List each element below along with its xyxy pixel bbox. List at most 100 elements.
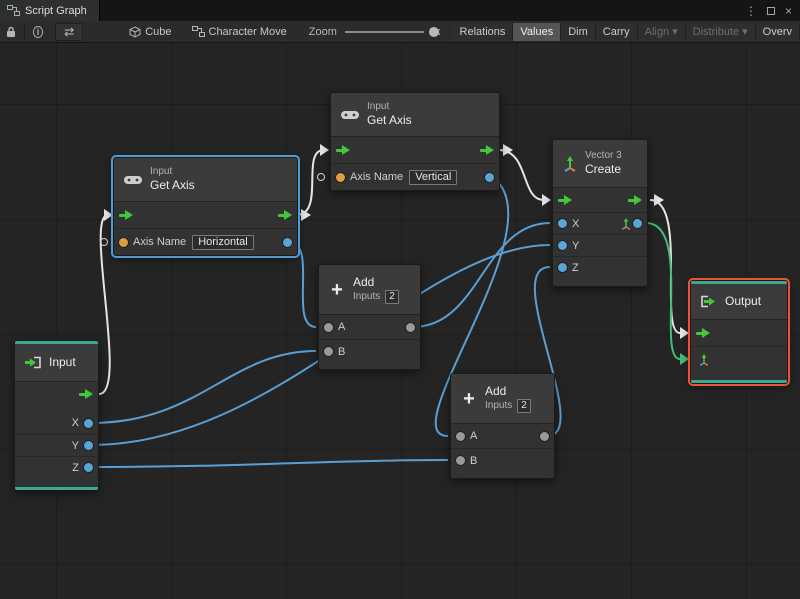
dim-label: Dim [568, 25, 588, 38]
axis-name-field[interactable]: Vertical [409, 169, 458, 185]
unconnected-port-indicator[interactable] [100, 238, 108, 246]
breadcrumb: Cube [129, 26, 172, 38]
inputs-row: Inputs 2 [353, 290, 399, 304]
vector3-type-icon [699, 353, 709, 366]
wire-arrowhead [542, 194, 551, 206]
port-row: Z [15, 456, 98, 478]
value-output-port[interactable] [283, 237, 292, 247]
axis-name-field[interactable]: Horizontal [192, 234, 254, 250]
unconnected-port-indicator[interactable] [317, 173, 325, 181]
input-a-port[interactable] [324, 322, 333, 332]
distribute-button[interactable]: Distribute ▾ [685, 22, 756, 41]
control-input-port[interactable] [119, 210, 133, 220]
node-title: Get Axis [150, 178, 195, 192]
sum-output-port[interactable] [540, 431, 549, 441]
node-vector3-create[interactable]: Vector 3 Create X Y Z [552, 139, 648, 287]
align-button[interactable]: Align ▾ [637, 22, 686, 41]
relations-button[interactable]: Relations [452, 22, 514, 41]
gamepad-icon [341, 110, 359, 119]
axis-name-port[interactable] [119, 237, 128, 247]
port-row: Z [553, 256, 647, 278]
control-row [691, 320, 787, 346]
control-row [553, 188, 647, 212]
port-row: X [15, 412, 98, 434]
node-header: + Add Inputs 2 [319, 265, 420, 315]
node-header: Input Get Axis [331, 93, 499, 137]
sum-output-port[interactable] [406, 322, 415, 332]
control-output-port[interactable] [79, 389, 93, 399]
carry-label: Carry [602, 25, 630, 38]
node-title: Get Axis [367, 113, 412, 127]
inputs-count-field[interactable]: 2 [517, 399, 531, 413]
zoom-slider-track[interactable] [344, 30, 424, 33]
dim-button[interactable]: Dim [561, 22, 596, 41]
control-input-port[interactable] [696, 328, 710, 338]
y-output-port[interactable] [84, 441, 93, 450]
node-graph-output[interactable]: Output [688, 278, 790, 386]
control-output-port[interactable] [480, 145, 494, 155]
wire-arrowhead [680, 327, 689, 339]
wire-data [90, 459, 449, 468]
zoom-slider[interactable] [344, 26, 439, 38]
breadcrumb-object[interactable]: Cube [145, 26, 171, 38]
port-row: Axis Name Horizontal [114, 228, 297, 255]
wire-arrowhead [680, 353, 689, 365]
graph-canvas[interactable]: Input Get Axis Axis Name Vertical Input … [0, 43, 800, 599]
carry-button[interactable]: Carry [595, 22, 638, 41]
maximize-box [766, 6, 775, 15]
connections-icon[interactable]: ⇄ [55, 22, 84, 41]
input-b-port[interactable] [324, 347, 333, 356]
menu-icon[interactable]: ⋮ [745, 5, 757, 17]
node-add-2[interactable]: + Add Inputs 2 A B [450, 373, 555, 479]
port-label: Z [72, 461, 79, 474]
wire-control [649, 199, 681, 334]
control-input-port[interactable] [336, 145, 350, 155]
node-get-axis-horizontal[interactable]: Input Get Axis Axis Name Horizontal [111, 155, 300, 258]
input-b-port[interactable] [456, 456, 465, 465]
zoom-slider-handle[interactable] [428, 26, 439, 37]
close-icon[interactable]: × [785, 5, 792, 17]
graph-toolbar: i ⇄ Cube Character Move Zoom 1x Relation… [0, 21, 800, 43]
node-kind: Vector 3 [585, 150, 622, 161]
tab-script-graph[interactable]: Script Graph [0, 0, 100, 21]
teal-accent-bar [15, 487, 98, 490]
z-output-port[interactable] [84, 463, 93, 472]
x-output-port[interactable] [84, 418, 93, 428]
teal-accent-bar [691, 380, 787, 383]
tab-title: Script Graph [25, 4, 87, 17]
port-row: Y [15, 434, 98, 456]
overview-label: Overv [762, 25, 792, 38]
control-output-port[interactable] [628, 195, 642, 205]
lock-icon[interactable] [6, 26, 16, 38]
input-a-port[interactable] [456, 431, 465, 441]
values-button[interactable]: Values [513, 22, 562, 41]
inputs-count-field[interactable]: 2 [385, 290, 399, 304]
inputs-label: Inputs [353, 291, 381, 302]
maximize-icon[interactable] [766, 5, 775, 17]
distribute-label: Distribute [692, 25, 740, 38]
axis-name-port[interactable] [336, 172, 345, 182]
control-output-port[interactable] [278, 210, 292, 220]
port-label: Axis Name [133, 236, 187, 248]
node-kind: Input [367, 101, 390, 112]
port-label: Y [71, 439, 79, 452]
wire-data [90, 350, 317, 424]
value-output-port[interactable] [485, 172, 494, 182]
breadcrumb-graph-name[interactable]: Character Move [209, 26, 287, 38]
node-add-1[interactable]: + Add Inputs 2 A B [318, 264, 421, 370]
y-input-port[interactable] [558, 241, 567, 250]
overview-button[interactable]: Overv [755, 22, 800, 41]
node-graph-input[interactable]: Input X Y Z [14, 340, 99, 491]
toolbar-separator [24, 24, 25, 39]
relations-label: Relations [459, 25, 506, 38]
z-input-port[interactable] [558, 263, 567, 272]
x-input-port[interactable] [558, 219, 567, 228]
info-icon[interactable]: i [32, 25, 44, 38]
gamepad-icon [124, 175, 142, 184]
port-label: B [338, 345, 346, 358]
result-output-port[interactable] [633, 219, 642, 228]
control-input-port[interactable] [558, 195, 572, 205]
port-row: A [451, 424, 554, 448]
caret-down-icon: ▾ [672, 26, 678, 38]
node-get-axis-vertical[interactable]: Input Get Axis Axis Name Vertical [330, 92, 500, 191]
